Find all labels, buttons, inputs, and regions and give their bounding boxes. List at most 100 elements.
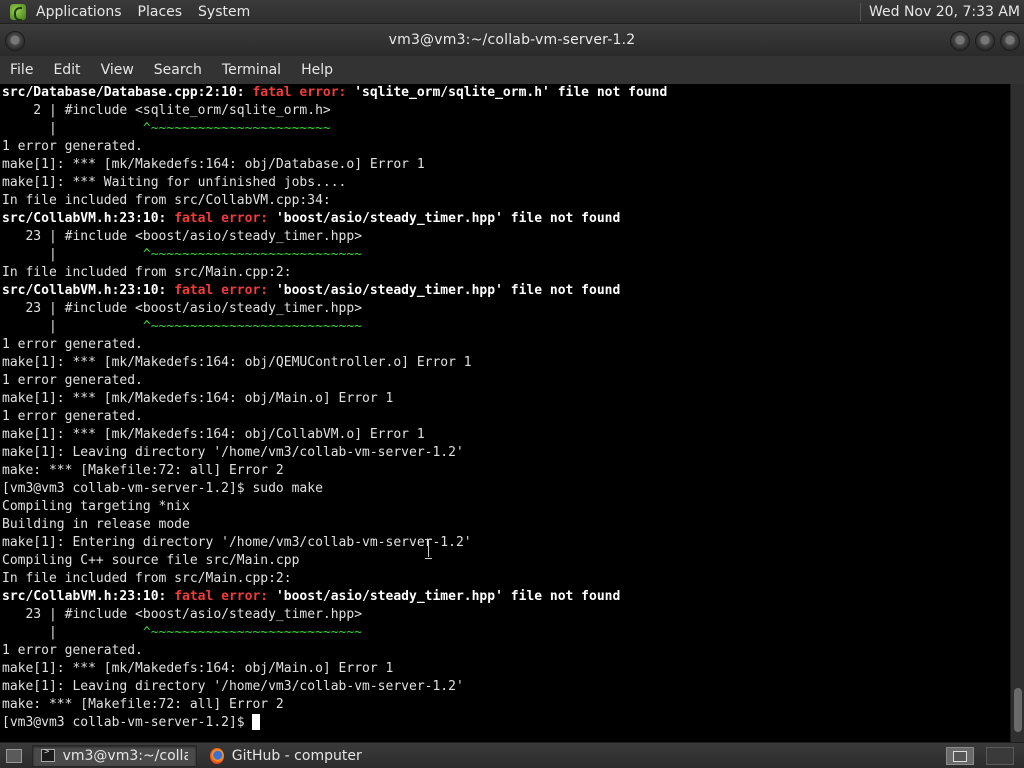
terminal-line: make[1]: Leaving directory '/home/vm3/co… — [0, 678, 1010, 696]
error-message: 'boost/asio/steady_timer.hpp' file not f… — [275, 589, 621, 604]
terminal-line: 23 | #include <boost/asio/steady_timer.h… — [0, 228, 1010, 246]
terminal-line: Compiling targeting *nix — [0, 498, 1010, 516]
terminal-text: make: *** [Makefile:72: all] Error 2 — [2, 463, 284, 478]
distro-logo-icon[interactable] — [10, 3, 26, 21]
terminal-line: 1 error generated. — [0, 372, 1010, 390]
window-titlebar[interactable]: vm3@vm3:~/collab-vm-server-1.2 — [0, 24, 1024, 56]
workspace-switcher-1[interactable] — [946, 746, 974, 765]
terminal-line: make[1]: *** Waiting for unfinished jobs… — [0, 174, 1010, 192]
terminal-line: src/CollabVM.h:23:10: fatal error: 'boos… — [0, 210, 1010, 228]
taskbar-item-label: vm3@vm3:~/collab... — [62, 747, 188, 764]
source-gutter: | — [2, 625, 143, 640]
terminal-text: 1 error generated. — [2, 337, 143, 352]
window-title: vm3@vm3:~/collab-vm-server-1.2 — [388, 32, 636, 48]
terminal-scrollbar[interactable] — [1010, 84, 1024, 742]
source-gutter: | — [2, 319, 143, 334]
error-message: 'boost/asio/steady_timer.hpp' file not f… — [275, 283, 621, 298]
system-menu[interactable]: System — [190, 0, 258, 24]
terminal-line: make[1]: *** [mk/Makedefs:164: obj/Datab… — [0, 156, 1010, 174]
terminal-line: make[1]: *** [mk/Makedefs:164: obj/QEMUC… — [0, 354, 1010, 372]
source-gutter: | — [2, 121, 143, 136]
terminal-line: 23 | #include <boost/asio/steady_timer.h… — [0, 606, 1010, 624]
terminal-text: Compiling C++ source file src/Main.cpp — [2, 553, 300, 568]
applications-menu[interactable]: Applications — [28, 0, 130, 24]
terminal-text: 23 | #include <boost/asio/steady_timer.h… — [2, 301, 363, 316]
terminal-line: [vm3@vm3 collab-vm-server-1.2]$ — [0, 713, 1010, 732]
terminal-line: | ^~~~~~~~~~~~~~~~~~~~~~~~~~~~ — [0, 624, 1010, 642]
menu-search[interactable]: Search — [144, 56, 212, 84]
terminal-line: | ^~~~~~~~~~~~~~~~~~~~~~~~~~~~ — [0, 246, 1010, 264]
terminal-line: | ^~~~~~~~~~~~~~~~~~~~~~~~ — [0, 120, 1010, 138]
terminal-line: 1 error generated. — [0, 642, 1010, 660]
menu-terminal[interactable]: Terminal — [212, 56, 291, 84]
minimize-button[interactable] — [950, 31, 970, 51]
terminal-text: In file included from src/CollabVM.cpp:3… — [2, 193, 331, 208]
error-caret: ^~~~~~~~~~~~~~~~~~~~~~~~~~~~ — [142, 319, 363, 334]
firefox-icon — [210, 747, 224, 764]
terminal-text: [vm3@vm3 collab-vm-server-1.2]$ — [2, 715, 253, 730]
close-button[interactable] — [1000, 31, 1020, 51]
terminal-line: src/Database/Database.cpp:2:10: fatal er… — [0, 84, 1010, 102]
clock[interactable]: Wed Nov 20, 7:33 AM — [869, 4, 1024, 20]
source-gutter: | — [2, 247, 143, 262]
error-caret: ^~~~~~~~~~~~~~~~~~~~~~~~~~~~ — [142, 625, 363, 640]
error-message: 'boost/asio/steady_timer.hpp' file not f… — [275, 211, 621, 226]
menu-file[interactable]: File — [0, 56, 43, 84]
terminal-text: make[1]: *** [mk/Makedefs:164: obj/Main.… — [2, 661, 394, 676]
terminal-text: 2 | #include <sqlite_orm/sqlite_orm.h> — [2, 103, 331, 118]
terminal-text: [vm3@vm3 collab-vm-server-1.2]$ sudo mak… — [2, 481, 323, 496]
terminal-line: src/CollabVM.h:23:10: fatal error: 'boos… — [0, 282, 1010, 300]
error-caret: ^~~~~~~~~~~~~~~~~~~~~~~~ — [142, 121, 331, 136]
fatal-error-label: fatal error: — [174, 589, 276, 604]
menu-view[interactable]: View — [91, 56, 144, 84]
terminal-output[interactable]: src/Database/Database.cpp:2:10: fatal er… — [0, 84, 1010, 742]
scrollbar-thumb[interactable] — [1014, 688, 1022, 732]
taskbar-item-label: GitHub - computern... — [231, 747, 362, 764]
menu-help[interactable]: Help — [291, 56, 343, 84]
taskbar-item-firefox[interactable]: GitHub - computern... — [201, 745, 371, 767]
terminal-line: make: *** [Makefile:72: all] Error 2 — [0, 696, 1010, 714]
places-menu[interactable]: Places — [130, 0, 191, 24]
terminal-line: Compiling C++ source file src/Main.cpp — [0, 552, 1010, 570]
terminal-text: make[1]: Entering directory '/home/vm3/c… — [2, 535, 472, 550]
top-panel-menus: Applications Places System — [0, 0, 258, 24]
terminal-line: make[1]: *** [mk/Makedefs:164: obj/Main.… — [0, 660, 1010, 678]
panel-divider — [859, 2, 861, 21]
taskbar-item-terminal[interactable]: vm3@vm3:~/collab... — [32, 744, 197, 767]
terminal-text: make[1]: Leaving directory '/home/vm3/co… — [2, 679, 464, 694]
fatal-error-label: fatal error: — [252, 85, 355, 100]
show-desktop-icon[interactable] — [6, 748, 22, 763]
workspace-switcher-2[interactable] — [986, 746, 1014, 765]
terminal-line: make[1]: Leaving directory '/home/vm3/co… — [0, 444, 1010, 462]
terminal-text: 23 | #include <boost/asio/steady_timer.h… — [2, 607, 363, 622]
bottom-panel: vm3@vm3:~/collab... GitHub - computern..… — [0, 742, 1024, 768]
terminal-text: make[1]: *** Waiting for unfinished jobs… — [2, 175, 347, 190]
terminal-text: make[1]: Leaving directory '/home/vm3/co… — [2, 445, 464, 460]
terminal-line: 23 | #include <boost/asio/steady_timer.h… — [0, 300, 1010, 318]
menubar: File Edit View Search Terminal Help — [0, 56, 1024, 84]
terminal-text: 1 error generated. — [2, 139, 143, 154]
menu-edit[interactable]: Edit — [43, 56, 90, 84]
error-message: 'sqlite_orm/sqlite_orm.h' file not found — [354, 85, 668, 100]
terminal-line: make: *** [Makefile:72: all] Error 2 — [0, 462, 1010, 480]
terminal-text: 1 error generated. — [2, 373, 143, 388]
fatal-error-label: fatal error: — [174, 283, 276, 298]
terminal-line: 2 | #include <sqlite_orm/sqlite_orm.h> — [0, 102, 1010, 120]
terminal-text: Building in release mode — [2, 517, 190, 532]
terminal-line: 1 error generated. — [0, 138, 1010, 156]
terminal-text: make[1]: *** [mk/Makedefs:164: obj/Main.… — [2, 391, 394, 406]
error-caret: ^~~~~~~~~~~~~~~~~~~~~~~~~~~~ — [142, 247, 363, 262]
top-panel: Applications Places System Wed Nov 20, 7… — [0, 0, 1024, 24]
terminal-text: 23 | #include <boost/asio/steady_timer.h… — [2, 229, 363, 244]
mouse-ibeam-cursor-icon — [425, 539, 433, 559]
terminal-text: make: *** [Makefile:72: all] Error 2 — [2, 697, 284, 712]
terminal-line: Building in release mode — [0, 516, 1010, 534]
terminal-line: 1 error generated. — [0, 336, 1010, 354]
fatal-error-label: fatal error: — [174, 211, 276, 226]
terminal-icon — [41, 747, 55, 762]
maximize-button[interactable] — [975, 31, 995, 51]
window-menu-icon[interactable] — [5, 31, 25, 51]
terminal-line: In file included from src/Main.cpp:2: — [0, 570, 1010, 588]
terminal-text: make[1]: *** [mk/Makedefs:164: obj/QEMUC… — [2, 355, 472, 370]
terminal-text: make[1]: *** [mk/Makedefs:164: obj/Colla… — [2, 427, 425, 442]
